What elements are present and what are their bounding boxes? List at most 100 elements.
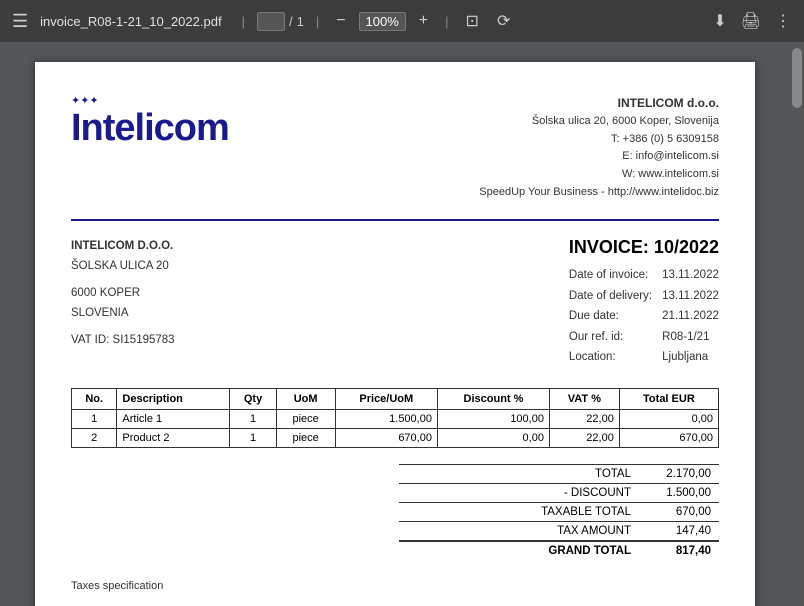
taxable-row: TAXABLE TOTAL 670,00	[399, 502, 719, 521]
totals-table: TOTAL 2.170,00 - DISCOUNT 1.500,00 TAXAB…	[399, 464, 719, 560]
tax-value: 147,40	[639, 521, 719, 541]
col-total: Total EUR	[619, 388, 718, 409]
ref-value: R08-1/21	[662, 328, 719, 348]
cell-price: 670,00	[335, 428, 437, 447]
logo-sun-dots: ✦✦✦	[71, 94, 229, 107]
due-date-value: 21.11.2022	[662, 307, 719, 327]
date-invoice-value: 13.11.2022	[662, 266, 719, 286]
col-qty: Qty	[230, 388, 276, 409]
discount-value: 1.500,00	[639, 483, 719, 502]
location-label: Location:	[569, 348, 652, 368]
cell-desc: Product 2	[117, 428, 230, 447]
cell-vat: 22,00	[549, 428, 619, 447]
ref-label: Our ref. id:	[569, 328, 652, 348]
cell-vat: 22,00	[549, 409, 619, 428]
totals-section: TOTAL 2.170,00 - DISCOUNT 1.500,00 TAXAB…	[71, 464, 719, 560]
company-phone: T: +386 (0) 5 6309158	[479, 131, 719, 149]
page-separator: /	[289, 14, 293, 29]
separator-2: |	[316, 14, 319, 29]
col-no: No.	[72, 388, 117, 409]
invoice-details: Date of invoice: 13.11.2022 Date of deli…	[569, 266, 719, 368]
separator-3: |	[445, 14, 448, 29]
invoice-title: INVOICE: 10/2022	[569, 237, 719, 258]
page-navigation: 1 / 1	[257, 12, 304, 31]
taxable-label: TAXABLE TOTAL	[399, 502, 639, 521]
cell-no: 1	[72, 409, 117, 428]
due-date-label: Due date:	[569, 307, 652, 327]
menu-icon[interactable]: ☰	[8, 7, 32, 36]
total-label: TOTAL	[399, 464, 639, 483]
col-discount: Discount %	[437, 388, 549, 409]
logo-area: ✦✦✦ Intelicom	[71, 94, 229, 147]
zoom-level: 100%	[359, 12, 406, 31]
fit-page-button[interactable]: ⊡	[461, 7, 484, 35]
toolbar: ☰ invoice_R08-1-21_10_2022.pdf | 1 / 1 |…	[0, 0, 804, 42]
grand-total-label: GRAND TOTAL	[399, 541, 639, 560]
company-tagline: SpeedUp Your Business - http://www.intel…	[479, 184, 719, 202]
cell-uom: piece	[276, 428, 335, 447]
company-email: E: info@intelicom.si	[479, 148, 719, 166]
header-divider	[71, 219, 719, 221]
billing-vat: VAT ID: SI15195783	[71, 331, 175, 351]
taxable-value: 670,00	[639, 502, 719, 521]
zoom-in-button[interactable]: +	[414, 8, 433, 34]
tax-row: TAX AMOUNT 147,40	[399, 521, 719, 541]
cell-qty: 1	[230, 428, 276, 447]
company-name: INTELICOM d.o.o.	[479, 94, 719, 113]
total-row: TOTAL 2.170,00	[399, 464, 719, 483]
billing-street: ŠOLSKA ULICA 20	[71, 257, 175, 277]
total-value: 2.170,00	[639, 464, 719, 483]
print-button[interactable]: 🖨	[736, 7, 766, 35]
more-options-button[interactable]: ⋮	[770, 7, 796, 35]
scrollbar-thumb[interactable]	[792, 48, 802, 108]
invoice-header: ✦✦✦ Intelicom INTELICOM d.o.o. Šolska ul…	[71, 94, 719, 201]
download-button[interactable]: ⬇	[708, 7, 731, 35]
billing-name: INTELICOM D.O.O.	[71, 237, 175, 257]
taxes-section-label: Taxes specification	[71, 580, 719, 592]
company-logo: Intelicom	[71, 109, 229, 147]
cell-qty: 1	[230, 409, 276, 428]
billing-country: SLOVENIA	[71, 304, 175, 324]
invoice-table: No. Description Qty UoM Price/UoM Discou…	[71, 388, 719, 448]
cell-price: 1.500,00	[335, 409, 437, 428]
separator-1: |	[242, 14, 245, 29]
col-price: Price/UoM	[335, 388, 437, 409]
table-row: 1 Article 1 1 piece 1.500,00 100,00 22,0…	[72, 409, 719, 428]
company-website: W: www.intelicom.si	[479, 166, 719, 184]
date-delivery-value: 13.11.2022	[662, 287, 719, 307]
cell-total: 0,00	[619, 409, 718, 428]
discount-row: - DISCOUNT 1.500,00	[399, 483, 719, 502]
page-total: 1	[297, 14, 304, 29]
history-button[interactable]: ⟳	[492, 7, 515, 35]
company-address: Šolska ulica 20, 6000 Koper, Slovenija	[479, 113, 719, 131]
date-delivery-label: Date of delivery:	[569, 287, 652, 307]
billing-city: 6000 KOPER	[71, 284, 175, 304]
pdf-viewer[interactable]: ✦✦✦ Intelicom INTELICOM d.o.o. Šolska ul…	[0, 42, 790, 606]
invoice-info: INVOICE: 10/2022 Date of invoice: 13.11.…	[569, 237, 719, 368]
grand-total-value: 817,40	[639, 541, 719, 560]
scrollbar-track[interactable]	[790, 42, 804, 606]
company-info: INTELICOM d.o.o. Šolska ulica 20, 6000 K…	[479, 94, 719, 201]
page-number-input[interactable]: 1	[257, 12, 285, 31]
billing-address: INTELICOM D.O.O. ŠOLSKA ULICA 20 6000 KO…	[71, 237, 175, 368]
date-invoice-label: Date of invoice:	[569, 266, 652, 286]
cell-desc: Article 1	[117, 409, 230, 428]
billing-section: INTELICOM D.O.O. ŠOLSKA ULICA 20 6000 KO…	[71, 237, 719, 368]
table-row: 2 Product 2 1 piece 670,00 0,00 22,00 67…	[72, 428, 719, 447]
discount-label: - DISCOUNT	[399, 483, 639, 502]
col-vat: VAT %	[549, 388, 619, 409]
cell-discount: 0,00	[437, 428, 549, 447]
cell-total: 670,00	[619, 428, 718, 447]
tax-label: TAX AMOUNT	[399, 521, 639, 541]
col-desc: Description	[117, 388, 230, 409]
cell-no: 2	[72, 428, 117, 447]
grand-total-row: GRAND TOTAL 817,40	[399, 541, 719, 560]
cell-discount: 100,00	[437, 409, 549, 428]
cell-uom: piece	[276, 409, 335, 428]
location-value: Ljubljana	[662, 348, 719, 368]
pdf-page: ✦✦✦ Intelicom INTELICOM d.o.o. Šolska ul…	[35, 62, 755, 606]
toolbar-right-actions: ⬇ 🖨 ⋮	[708, 7, 796, 35]
main-area: ✦✦✦ Intelicom INTELICOM d.o.o. Šolska ul…	[0, 42, 804, 606]
filename-label: invoice_R08-1-21_10_2022.pdf	[40, 14, 221, 29]
zoom-out-button[interactable]: −	[331, 8, 350, 34]
